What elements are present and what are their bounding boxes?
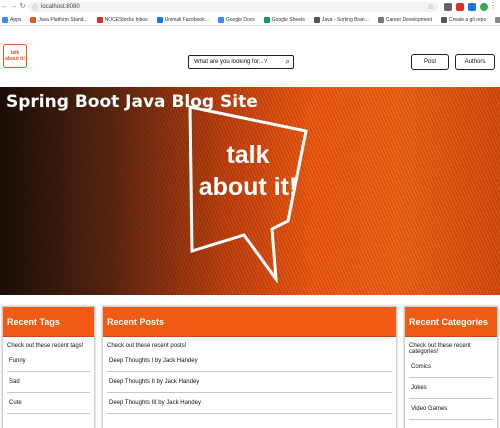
tag-link[interactable]: Sad: [7, 372, 90, 393]
site-logo[interactable]: talk about it!: [3, 44, 27, 68]
bookmark-favicon-icon: [313, 16, 320, 23]
address-bar[interactable]: ⓘ localhost:8080 ☆: [28, 2, 438, 12]
category-list: Comics Jokes Video Games: [405, 355, 497, 420]
bookmark-label: Java - Sorting Bran...: [321, 16, 369, 23]
bookmark-label: Google Sheets: [271, 16, 305, 23]
bookmark-favicon-icon: [217, 16, 224, 23]
recent-categories-panel: Recent Categories Check out these recent…: [404, 306, 498, 428]
bookmark-item[interactable]: Apps: [2, 16, 22, 23]
category-link[interactable]: Comics: [409, 357, 493, 378]
search-box: ⌕: [188, 55, 294, 69]
category-link[interactable]: Jokes: [409, 378, 493, 399]
bookmark-label: NOCEStocks Inbox: [104, 16, 148, 23]
back-icon[interactable]: ←: [0, 1, 9, 13]
forward-icon[interactable]: →: [9, 1, 18, 13]
search-input[interactable]: [194, 59, 282, 65]
authors-button[interactable]: Authors: [455, 54, 495, 70]
post-list: Deep Thoughts I by Jack Handey Deep Thou…: [103, 349, 396, 414]
bookmark-label: Google Docs: [225, 16, 255, 23]
bookmark-favicon-icon: [2, 16, 8, 23]
hero-banner: Spring Boot Java Blog Site talk about it…: [0, 87, 500, 295]
bookmark-favicon-icon: [263, 16, 270, 23]
bookmarks-bar: Apps Java Platform Stand... NOCEStocks Inb…: [0, 14, 500, 26]
bookmark-favicon-icon: [30, 16, 37, 23]
browser-toolbar: ← → ↻ ⓘ localhost:8080 ☆ ⋮: [0, 0, 500, 14]
bookmark-item[interactable]: Creating New Gradl...: [495, 16, 500, 23]
panel-subtitle: Check out these recent posts!: [107, 343, 187, 349]
post-link[interactable]: Deep Thoughts I by Jack Handey: [107, 351, 392, 372]
bookmark-label: Java Platform Stand...: [38, 16, 88, 23]
bookmark-item[interactable]: Create a git repo: [440, 16, 487, 23]
category-link[interactable]: Video Games: [409, 399, 493, 420]
bookmark-item[interactable]: Google Docs: [217, 16, 255, 23]
info-icon[interactable]: ⓘ: [32, 3, 38, 12]
bubble-line-1: talk: [226, 141, 270, 169]
url-text: localhost:8080: [41, 4, 80, 10]
search-icon[interactable]: ⌕: [286, 57, 290, 67]
bookmark-item[interactable]: Java Platform Stand...: [30, 16, 88, 23]
post-button[interactable]: Post: [411, 54, 449, 70]
bookmark-star-icon[interactable]: ☆: [428, 3, 434, 11]
tag-link[interactable]: Funny: [7, 351, 90, 372]
panel-title: Recent Tags: [3, 307, 94, 337]
post-link[interactable]: Deep Thoughts III by Jack Handey: [107, 393, 392, 414]
profile-avatar[interactable]: [480, 3, 488, 11]
bookmark-item[interactable]: Google Sheets: [263, 16, 305, 23]
bookmark-label: Career Development: [385, 16, 432, 23]
bookmark-favicon-icon: [495, 16, 500, 23]
bookmark-item[interactable]: Unimall Facebook...: [156, 16, 209, 23]
tag-list: Funny Sad Cute: [3, 349, 94, 414]
bookmark-item[interactable]: Career Development: [377, 16, 432, 23]
extension-icon[interactable]: [456, 3, 464, 11]
post-link[interactable]: Deep Thoughts II by Jack Handey: [107, 372, 392, 393]
bubble-line-2: about it!: [198, 173, 298, 201]
bookmark-favicon-icon: [377, 16, 384, 23]
panel-title: Recent Categories: [405, 307, 497, 337]
bookmark-item[interactable]: Java - Sorting Bran...: [313, 16, 369, 23]
bookmark-label: Create a git repo: [448, 16, 487, 23]
panel-subtitle: Check out these recent tags!: [7, 343, 84, 349]
recent-posts-panel: Recent Posts Check out these recent post…: [102, 306, 397, 428]
browser-menu-icon[interactable]: ⋮: [489, 1, 497, 10]
reload-icon[interactable]: ↻: [18, 1, 27, 13]
site-header: talk about it! ⌕ Post Authors: [0, 26, 500, 90]
bookmark-label: Apps: [10, 16, 22, 23]
bubble-text: talk about it!: [186, 139, 310, 203]
bookmark-favicon-icon: [96, 16, 103, 23]
bookmark-label: Unimall Facebook...: [164, 16, 209, 23]
bookmark-favicon-icon: [440, 16, 447, 23]
bookmark-favicon-icon: [156, 16, 163, 23]
panel-subtitle: Check out these recent categories!: [409, 343, 471, 355]
bookmark-item[interactable]: NOCEStocks Inbox: [96, 16, 148, 23]
panel-title: Recent Posts: [103, 307, 396, 337]
recent-tags-panel: Recent Tags Check out these recent tags!…: [2, 306, 95, 428]
logo-text: talk about it!: [5, 50, 25, 62]
extension-icon[interactable]: [468, 3, 476, 11]
tag-link[interactable]: Cute: [7, 393, 90, 414]
extension-icon[interactable]: [444, 3, 452, 11]
